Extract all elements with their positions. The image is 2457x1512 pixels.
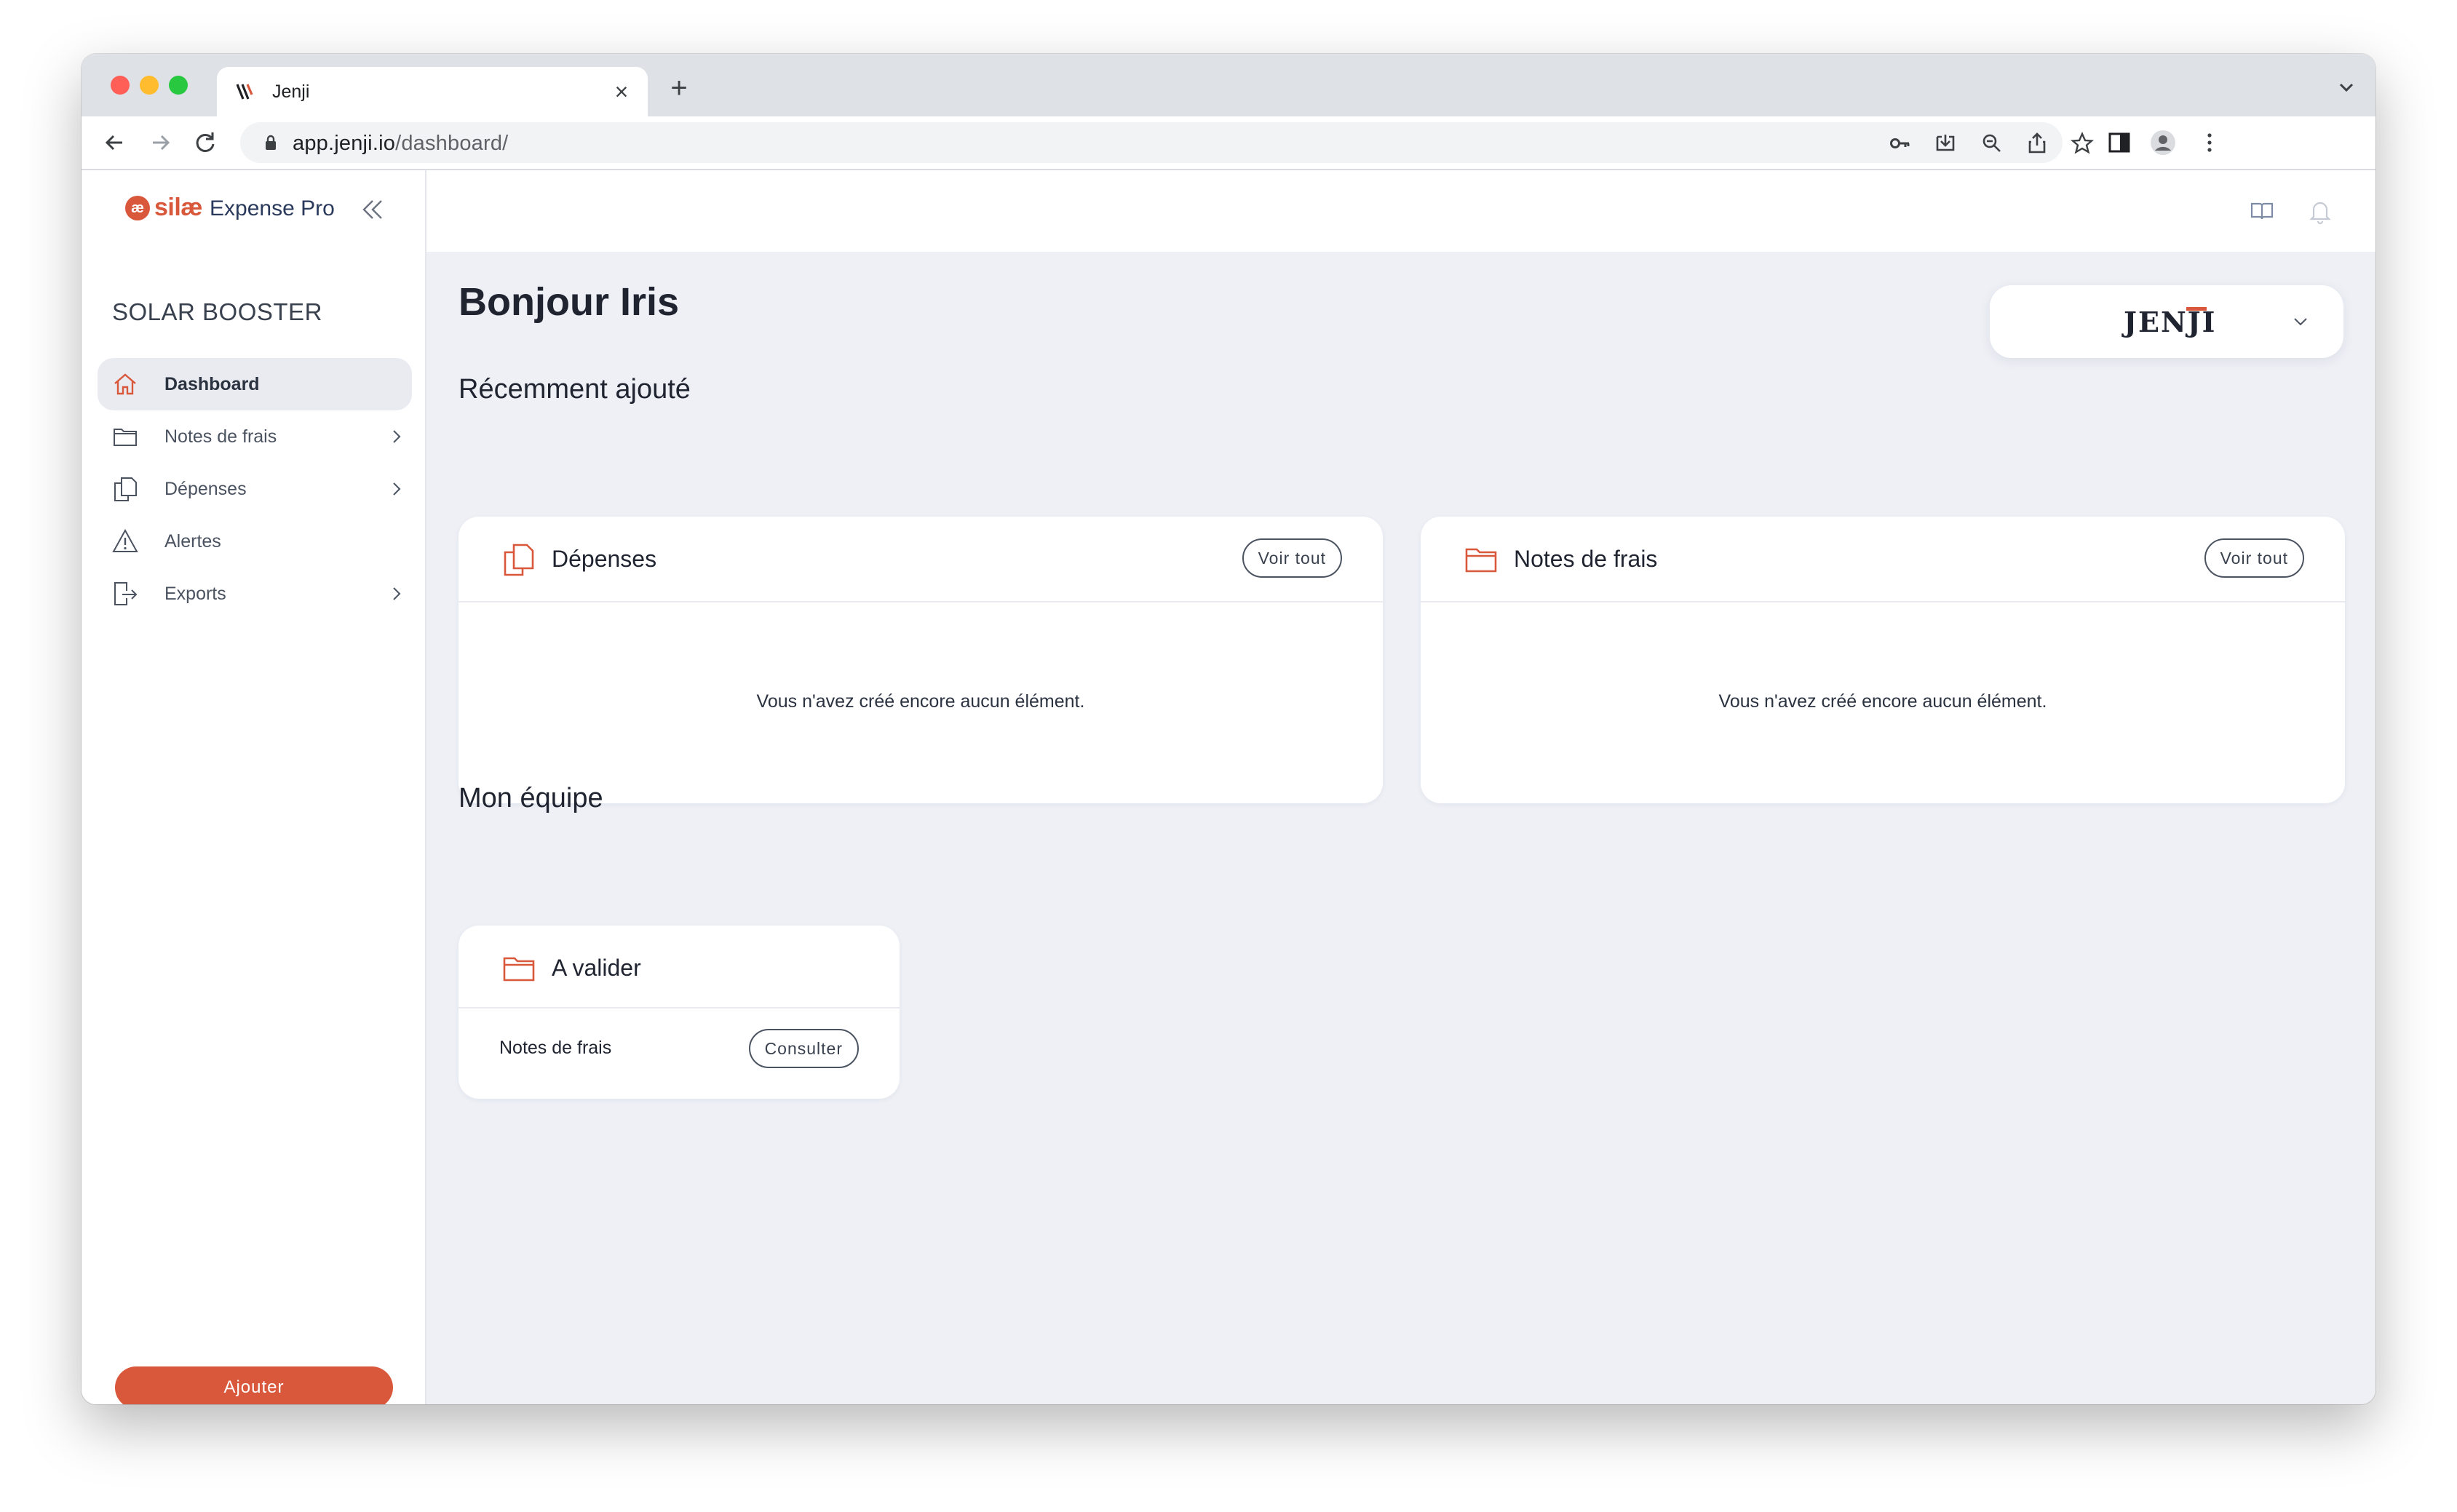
sidebar: æ silæ Expense Pro SOLAR BOOSTER Dashboa… — [82, 170, 426, 1404]
reload-icon[interactable] — [189, 127, 221, 159]
empty-message: Vous n'avez créé encore aucun élément. — [1718, 691, 2047, 712]
brand-logo[interactable]: æ silæ Expense Pro — [125, 194, 335, 223]
url-text: app.jenji.io/dashboard/ — [293, 132, 508, 156]
company-selector[interactable]: JENJI — [1990, 285, 2343, 358]
jenji-favicon-icon — [236, 84, 253, 100]
main-content: Bonjour Iris JENJI Récemment ajouté Dépe… — [426, 170, 2375, 1404]
tab-title: Jenji — [272, 81, 310, 102]
browser-window: Jenji × + app.jenji.io/dashboard/ æ silæ… — [82, 54, 2375, 1404]
sidebar-item-label: Dashboard — [164, 374, 260, 394]
tab-strip: Jenji × + — [82, 54, 2375, 116]
new-tab-button[interactable]: + — [662, 71, 696, 105]
folder-icon — [114, 429, 137, 446]
forward-arrow-icon[interactable] — [144, 127, 176, 159]
card-title: A valider — [552, 955, 641, 981]
see-all-button[interactable]: Voir tout — [2204, 538, 2304, 578]
chevron-right-icon — [393, 482, 401, 496]
side-panel-icon[interactable] — [2105, 128, 2134, 157]
url-host: app.jenji.io — [293, 132, 396, 155]
app: æ silæ Expense Pro SOLAR BOOSTER Dashboa… — [82, 170, 2375, 1404]
consult-button[interactable]: Consulter — [748, 1029, 859, 1068]
share-icon[interactable] — [2025, 131, 2049, 156]
top-bar — [426, 170, 2375, 252]
chevron-right-icon — [393, 430, 401, 443]
chevron-right-icon — [393, 587, 401, 600]
card-a-valider: A valider Notes de frais Consulter — [459, 926, 900, 1099]
card-header: Notes de frais Voir tout — [1421, 517, 2345, 602]
page-title: Bonjour Iris — [459, 280, 680, 324]
brand-mark: æ — [125, 196, 150, 220]
tab-close-icon[interactable]: × — [607, 77, 636, 106]
export-icon — [114, 582, 138, 605]
row-label: Notes de frais — [499, 1038, 612, 1058]
see-all-button[interactable]: Voir tout — [1242, 538, 1342, 578]
install-app-icon[interactable] — [1933, 131, 1958, 156]
home-icon — [114, 373, 136, 395]
card-header: A valider — [459, 926, 900, 1008]
sidebar-item-dashboard[interactable]: Dashboard — [98, 358, 412, 410]
browser-menu-icon[interactable] — [2195, 128, 2224, 157]
copy-icon — [504, 544, 534, 576]
address-bar[interactable]: app.jenji.io/dashboard/ — [240, 122, 2095, 163]
logo-accent-bar — [2186, 307, 2207, 311]
bookmark-star-icon[interactable] — [2070, 131, 2095, 156]
card-notes-de-frais: Notes de frais Voir tout Vous n'avez cré… — [1421, 517, 2345, 803]
sidebar-item-label: Notes de frais — [164, 426, 277, 447]
empty-message: Vous n'avez créé encore aucun élément. — [756, 691, 1085, 712]
minimize-window-button[interactable] — [140, 76, 159, 95]
card-header: Dépenses Voir tout — [459, 517, 1383, 602]
key-icon[interactable] — [1888, 131, 1913, 156]
card-title: Notes de frais — [1514, 546, 1658, 572]
bell-icon[interactable] — [2307, 198, 2333, 224]
section-title-team: Mon équipe — [459, 783, 603, 813]
collapse-sidebar-icon[interactable] — [360, 196, 386, 223]
sidebar-menu: Dashboard Notes de frais Dépenses Alerte… — [98, 358, 412, 620]
browser-tab[interactable]: Jenji × — [217, 67, 648, 116]
sidebar-item-label: Dépenses — [164, 479, 247, 499]
sidebar-item-exports[interactable]: Exports — [98, 568, 412, 620]
card-title: Dépenses — [552, 546, 657, 572]
brand-name: silæ — [154, 194, 203, 221]
tab-search-chevron-icon[interactable] — [2333, 74, 2359, 100]
browser-toolbar: app.jenji.io/dashboard/ — [82, 116, 2375, 170]
back-arrow-icon[interactable] — [99, 127, 131, 159]
sidebar-item-label: Exports — [164, 584, 226, 604]
folder-icon — [1465, 548, 1497, 573]
maximize-window-button[interactable] — [169, 76, 188, 95]
zoom-icon[interactable] — [1980, 131, 2004, 156]
copy-icon — [114, 477, 137, 501]
url-path: /dashboard/ — [395, 132, 509, 155]
warning-icon — [112, 528, 138, 552]
sidebar-item-alertes[interactable]: Alertes — [98, 515, 412, 568]
company-name: SOLAR BOOSTER — [112, 298, 322, 325]
sidebar-item-label: Alertes — [164, 531, 221, 552]
book-icon[interactable] — [2249, 198, 2275, 224]
profile-icon[interactable] — [2148, 128, 2178, 157]
company-logo: JENJI — [2124, 306, 2216, 338]
card-depenses: Dépenses Voir tout Vous n'avez créé enco… — [459, 517, 1383, 803]
section-title-recent: Récemment ajouté — [459, 374, 691, 405]
lock-icon — [266, 135, 276, 150]
add-button[interactable]: Ajouter — [115, 1366, 393, 1404]
sidebar-item-depenses[interactable]: Dépenses — [98, 463, 412, 515]
chevron-down-icon — [2294, 318, 2307, 326]
brand-product: Expense Pro — [210, 196, 335, 220]
close-window-button[interactable] — [111, 76, 130, 95]
sidebar-item-notes-de-frais[interactable]: Notes de frais — [98, 410, 412, 463]
folder-icon — [503, 957, 535, 982]
